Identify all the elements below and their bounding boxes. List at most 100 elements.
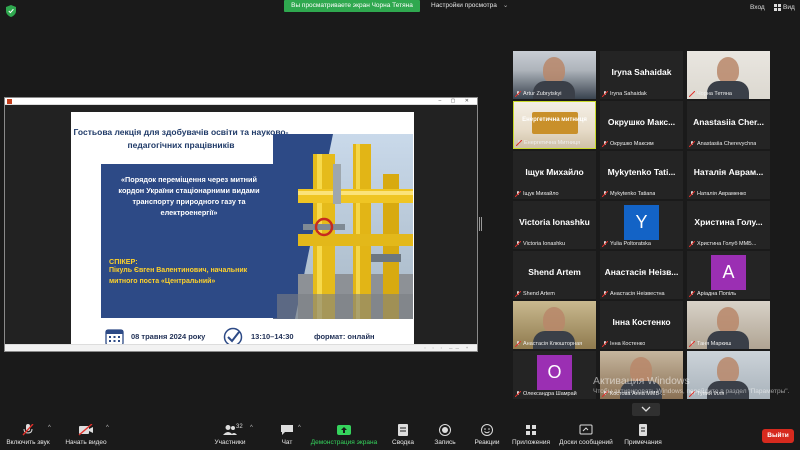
caret-up-icon[interactable]: ^ [298, 425, 301, 431]
mic-off-icon [516, 140, 522, 146]
share-screen-label: Демонстрация экрана [310, 439, 378, 446]
participants-button[interactable]: Участники ^ [208, 424, 253, 446]
chat-icon [281, 425, 293, 435]
mic-off-icon [515, 241, 521, 247]
participant-name: Shend Artem [523, 291, 555, 297]
mic-off-icon [689, 141, 695, 147]
enter-button[interactable]: Вход [750, 4, 765, 11]
grid-view-icon [774, 4, 781, 11]
participant-tile[interactable]: A Аріадна Попіль [687, 251, 770, 299]
mic-off-icon [515, 191, 521, 197]
notes-icon [639, 424, 647, 436]
participant-caption: Наталія Авраменко [689, 191, 746, 197]
participant-name-large: Інна Костенко [612, 317, 671, 327]
caret-up-icon[interactable]: ^ [48, 425, 51, 431]
notes-button[interactable]: Примечания [622, 424, 664, 446]
record-label: Запись [434, 439, 456, 446]
participant-tile[interactable]: Анастасія Клюшторная [513, 301, 596, 349]
unmute-button[interactable]: Включить звук ^ [4, 424, 52, 446]
caret-up-icon[interactable]: ^ [250, 425, 253, 431]
unmute-label: Включить звук [6, 439, 50, 446]
participant-caption: Енергетична Митниця [516, 140, 580, 146]
gas-pipeline-photo [273, 134, 413, 319]
participant-tile[interactable]: Y Yulia Poltoratska [600, 201, 683, 249]
participant-name: Інна Костенко [610, 341, 646, 347]
view-settings-label: Настройки просмотра [431, 2, 497, 9]
participant-tile[interactable]: Інна Костенко Інна Костенко [600, 301, 683, 349]
person-silhouette [717, 357, 739, 383]
participant-tile[interactable]: Anastasiia Cher... Anastasiia Cherevychna [687, 101, 770, 149]
powerpoint-icon [7, 99, 12, 104]
notes-label: Примечания [624, 439, 662, 446]
participant-caption: Іщук Михайло [515, 191, 559, 197]
participant-name-large: Анастасія Неізв... [604, 267, 679, 277]
participant-name: Іщук Михайло [523, 191, 559, 197]
summary-button[interactable]: Сводка [388, 424, 418, 446]
meeting-toolbar: Включить звук ^ Начать видео ^ Участники… [0, 418, 800, 450]
participant-caption: Victoria Ionashku [515, 241, 565, 247]
participant-name: Anastasiia Cherevychna [697, 141, 757, 147]
participant-tile[interactable]: Окрушко Макс... Окрушко Максим [600, 101, 683, 149]
participant-caption: Anastasiia Cherevychna [689, 141, 756, 147]
participant-name: Чорна Тетяна [697, 91, 732, 97]
chat-button[interactable]: Чат ^ [274, 424, 301, 446]
participant-name-large: Victoria Ionashku [519, 217, 590, 227]
participant-tile[interactable]: Таня Маркиш [687, 301, 770, 349]
person-silhouette [543, 307, 565, 333]
security-shield-icon[interactable] [6, 5, 16, 17]
participant-caption: Окрушко Максим [602, 141, 654, 147]
share-screen-icon [337, 425, 351, 435]
reactions-label: Реакции [474, 439, 500, 446]
participant-tile[interactable]: Енергетична митниця Енергетична Митниця [513, 101, 596, 149]
mic-off-icon [515, 391, 521, 397]
leave-button[interactable]: Выйти [762, 429, 794, 443]
view-label: Вид [783, 4, 795, 11]
participant-tile[interactable]: Христина Голу... Христина Голуб ММБ... [687, 201, 770, 249]
mic-off-icon [689, 341, 695, 347]
participant-tile[interactable]: Іщук Михайло Іщук Михайло [513, 151, 596, 199]
panel-resize-handle[interactable] [479, 217, 482, 231]
view-button[interactable]: Вид [774, 4, 795, 11]
reactions-button[interactable]: Реакции [472, 424, 502, 446]
participant-name-large: Наталія Аврам... [693, 167, 764, 177]
participant-name: Yulia Poltoratska [610, 241, 651, 247]
participant-caption: Чорна Тетяна [689, 91, 732, 97]
apps-icon [526, 425, 536, 435]
person-silhouette [717, 307, 739, 333]
apps-button[interactable]: Приложения [510, 424, 552, 446]
mic-off-icon [602, 141, 608, 147]
caret-up-icon[interactable]: ^ [106, 425, 109, 431]
participant-tile[interactable]: Чорна Тетяна [687, 51, 770, 99]
slideshow-area: Гостьова лекція для здобувачів освіти та… [5, 105, 477, 351]
participant-tile[interactable]: Mykytenko Tati... Mykytenko Tatiana [600, 151, 683, 199]
shared-screen[interactable]: – ▢ ✕ Гостьова лекція для здобувачів осв… [4, 97, 478, 352]
participant-name-large: Shend Artem [528, 267, 581, 277]
participant-tile[interactable]: Victoria Ionashku Victoria Ionashku [513, 201, 596, 249]
video-off-icon [78, 424, 93, 436]
participant-name-large: Mykytenko Tati... [607, 167, 676, 177]
start-video-button[interactable]: Начать видео ^ [62, 424, 110, 446]
share-screen-button[interactable]: Демонстрация экрана [310, 424, 378, 446]
participant-tile[interactable]: Shend Artem Shend Artem [513, 251, 596, 299]
whiteboards-button[interactable]: Доски сообщений [558, 424, 614, 446]
participant-name: Анастасія Клюшторная [523, 341, 583, 347]
participant-tile[interactable]: Наталія Аврам... Наталія Авраменко [687, 151, 770, 199]
mic-off-icon [689, 241, 695, 247]
slide-heading: Гостьова лекція для здобувачів освіти та… [73, 127, 289, 150]
record-button[interactable]: Запись [430, 424, 460, 446]
view-settings-menu[interactable]: Настройки просмотра ⌄ [431, 0, 508, 12]
powerpoint-statusbar: ▫ ▫ ▫ —— + [5, 344, 477, 351]
participant-name: Христина Голуб ММБ... [697, 241, 757, 247]
avatar: Y [624, 205, 659, 240]
collapse-toolbar-button[interactable] [632, 403, 660, 416]
participant-tile[interactable]: Iryna Sahaidak Iryna Sahaidak [600, 51, 683, 99]
whiteboard-icon [579, 424, 593, 435]
participant-tile[interactable]: О Олександра Шамрай [513, 351, 596, 399]
mic-off-icon [602, 341, 608, 347]
mic-off-icon [602, 191, 608, 197]
participant-tile[interactable]: Анастасія Неізв... Анастасія Неізвестна [600, 251, 683, 299]
participant-name: Iryna Sahaidak [610, 91, 647, 97]
participant-name: Анастасія Неізвестна [610, 291, 665, 297]
mic-off-icon [515, 291, 521, 297]
participant-tile[interactable]: Artur Zubrytskyi [513, 51, 596, 99]
